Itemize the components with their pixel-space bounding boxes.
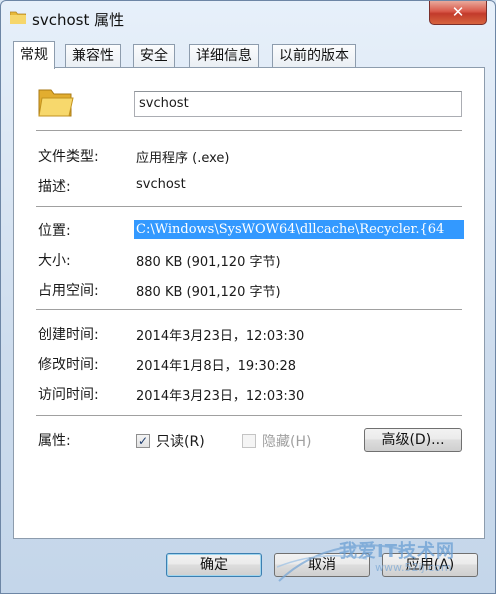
folder-icon <box>10 11 26 24</box>
watermark-title: 我爱IT技术网 <box>339 541 455 562</box>
divider <box>36 206 462 207</box>
tab-previous-versions[interactable]: 以前的版本 <box>272 44 356 68</box>
modified-value: 2014年1月8日，19:30:28 <box>136 359 297 374</box>
size-label: 大小: <box>38 253 71 269</box>
size-on-disk-value: 880 KB (901,120 字节) <box>136 285 281 300</box>
hidden-label[interactable]: 隐藏(H) <box>262 431 311 451</box>
size-value: 880 KB (901,120 字节) <box>136 255 281 270</box>
file-type-label: 文件类型: <box>38 149 99 165</box>
divider <box>36 309 462 310</box>
size-on-disk-label: 占用空间: <box>38 283 99 299</box>
tab-strip: 常规 兼容性 安全 详细信息 以前的版本 <box>13 41 483 69</box>
close-icon: ✕ <box>451 3 465 21</box>
attributes-label: 属性: <box>38 433 71 449</box>
window-title: svchost 属性 <box>32 11 125 29</box>
modified-label: 修改时间: <box>38 357 99 373</box>
description-label: 描述: <box>38 179 71 195</box>
file-name-field[interactable]: svchost <box>134 91 462 117</box>
accessed-label: 访问时间: <box>38 387 99 403</box>
hidden-checkbox[interactable] <box>242 434 256 448</box>
properties-window: svchost 属性 ✕ 常规 兼容性 安全 详细信息 以前的版本 svchos… <box>0 0 496 594</box>
created-value: 2014年3月23日，12:03:30 <box>136 329 305 344</box>
location-value[interactable]: C:\Windows\SysWOW64\dllcache\Recycler.{6… <box>134 220 464 239</box>
description-value: svchost <box>136 177 186 192</box>
checkmark-icon: ✓ <box>137 434 149 448</box>
file-type-value: 应用程序 (.exe) <box>136 151 230 166</box>
location-label: 位置: <box>38 223 71 239</box>
tab-details[interactable]: 详细信息 <box>189 44 259 68</box>
tab-compatibility[interactable]: 兼容性 <box>65 44 121 68</box>
ok-button[interactable]: 确定 <box>166 553 262 577</box>
site-watermark: 我爱IT技术网 www.52ij.com <box>276 537 487 587</box>
watermark-url: www.52ij.com <box>375 561 452 574</box>
divider <box>36 130 462 131</box>
general-panel: svchost 文件类型: 应用程序 (.exe) 描述: svchost 位置… <box>13 67 485 539</box>
title-bar[interactable]: svchost 属性 ✕ <box>1 1 495 35</box>
readonly-checkbox[interactable]: ✓ <box>136 434 150 448</box>
tab-security[interactable]: 安全 <box>133 44 175 68</box>
advanced-button[interactable]: 高级(D)... <box>364 428 462 452</box>
folder-icon <box>38 89 74 117</box>
created-label: 创建时间: <box>38 327 99 343</box>
close-button[interactable]: ✕ <box>429 1 487 25</box>
readonly-label[interactable]: 只读(R) <box>156 431 205 451</box>
tab-general[interactable]: 常规 <box>13 41 55 69</box>
divider <box>36 415 462 416</box>
accessed-value: 2014年3月23日，12:03:30 <box>136 389 305 404</box>
